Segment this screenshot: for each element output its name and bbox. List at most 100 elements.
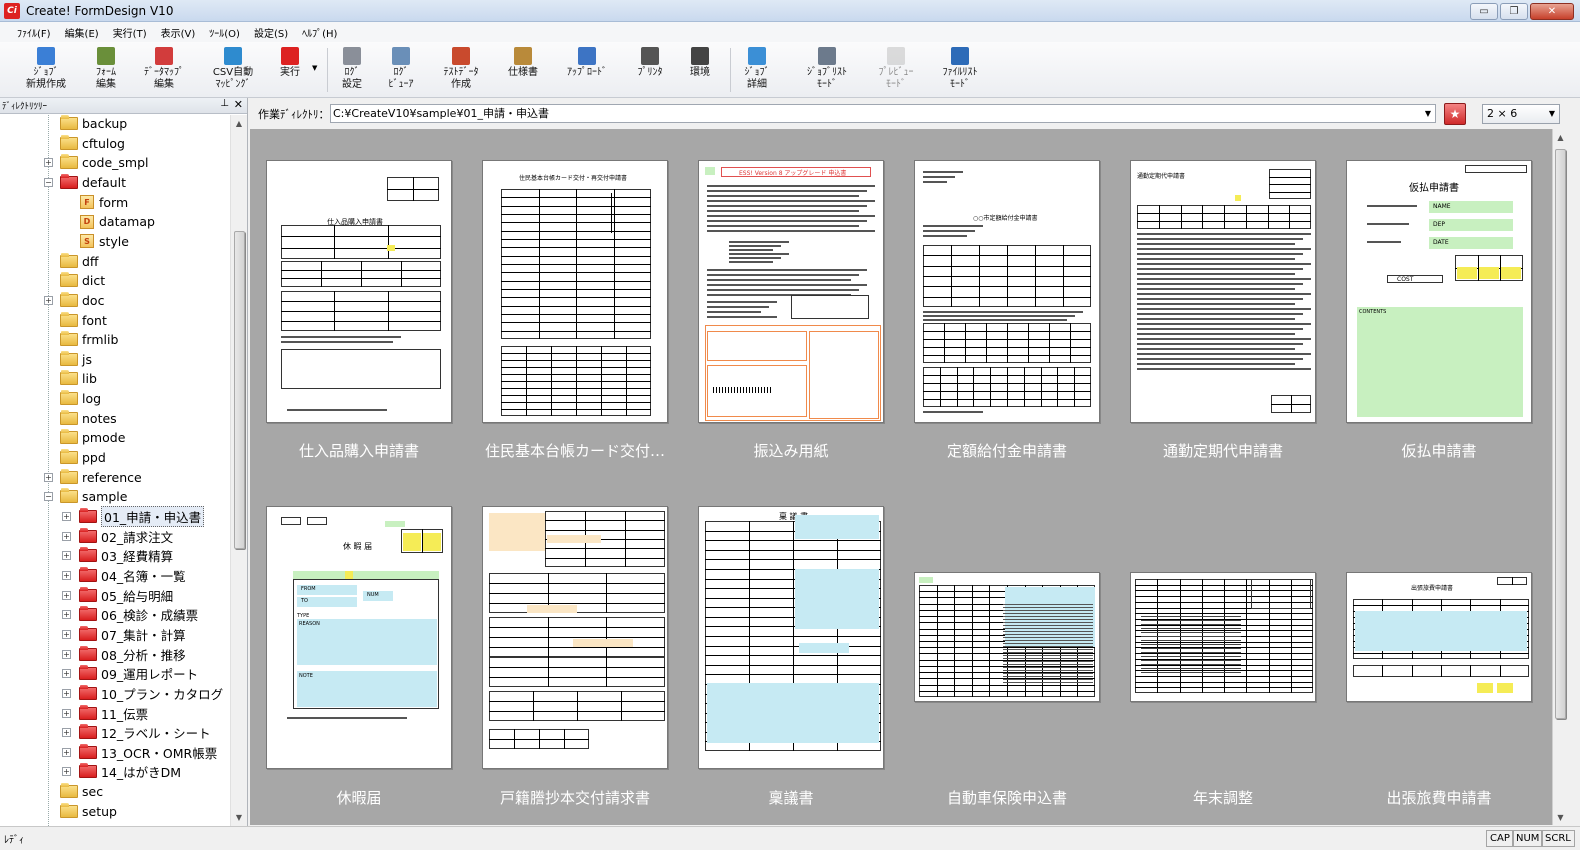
expand-icon[interactable]: +	[62, 767, 71, 777]
form-thumbnail[interactable]: 稟 議 書	[698, 506, 884, 769]
expand-icon[interactable]: +	[62, 649, 71, 659]
expand-icon[interactable]: +	[62, 531, 71, 541]
scroll-down-arrow-icon[interactable]: ▼	[1553, 809, 1568, 825]
form-card[interactable]: 自動車保険申込書	[914, 129, 1100, 825]
chevron-down-icon[interactable]: ▼	[1549, 105, 1555, 123]
layout-select[interactable]: 2 × 6 ▼	[1482, 104, 1560, 124]
tree-item[interactable]: +06_検診・成績票	[62, 605, 198, 624]
expand-icon[interactable]: +	[62, 688, 71, 698]
tree-item[interactable]: sec	[60, 782, 103, 801]
tree-item[interactable]: +02_請求注文	[62, 527, 173, 546]
form-thumbnail[interactable]	[914, 572, 1100, 702]
tree-item[interactable]: +13_OCR・OMR帳票	[62, 743, 217, 762]
scroll-up-arrow-icon[interactable]: ▲	[231, 115, 247, 132]
run-button[interactable]: 実行	[260, 45, 320, 95]
working-dir-combo[interactable]: C:¥CreateV10¥sample¥01_申請・申込書 ▼	[330, 104, 1436, 123]
form-card[interactable]: 戸籍謄抄本交付請求書	[482, 129, 668, 825]
spec-button[interactable]: 仕様書	[493, 45, 553, 95]
expand-icon[interactable]: +	[62, 669, 71, 679]
menu-view[interactable]: 表示(V)	[154, 25, 203, 40]
expand-icon[interactable]: +	[62, 610, 71, 620]
minimize-button[interactable]: ▭	[1470, 3, 1498, 20]
tree-item[interactable]: +05_給与明細	[62, 586, 173, 605]
tree-item[interactable]: backup	[60, 115, 127, 133]
upload-button[interactable]: ｱｯﾌﾟﾛｰﾄﾞ	[557, 45, 617, 95]
environment-button[interactable]: 環境	[670, 45, 730, 95]
log-viewer-button[interactable]: ﾛｸﾞ ﾋﾞｭｰｱ	[371, 45, 431, 95]
tree-item[interactable]: +03_経費精算	[62, 546, 173, 565]
tree-item[interactable]: dff	[60, 252, 99, 271]
form-card[interactable]: 出張旅費申請書 出張旅費申請書	[1346, 129, 1532, 825]
tree-item[interactable]: − sample	[44, 487, 127, 506]
restore-button[interactable]: ❐	[1500, 3, 1528, 20]
expand-icon[interactable]: +	[62, 590, 71, 600]
tree-item[interactable]: ppd	[60, 448, 106, 467]
form-thumbnail[interactable]	[1130, 572, 1316, 702]
run-dropdown-icon[interactable]: ▼	[312, 64, 317, 72]
tree-item[interactable]: +08_分析・推移	[62, 645, 186, 664]
menu-file[interactable]: ﾌｧｲﾙ(F)	[10, 25, 58, 40]
tree-item[interactable]: +01_申請・申込書	[62, 506, 205, 527]
collapse-icon[interactable]: −	[44, 492, 53, 502]
new-job-button[interactable]: ｼﾞｮﾌﾞ 新規作成	[16, 45, 76, 95]
expand-icon[interactable]: +	[62, 570, 71, 580]
tree-item[interactable]: + doc	[44, 291, 104, 310]
datamap-edit-button[interactable]: ﾃﾞｰﾀﾏｯﾌﾟ 編集	[134, 45, 194, 95]
expand-icon[interactable]: +	[44, 472, 53, 482]
form-card[interactable]: 稟 議 書稟議書	[698, 129, 884, 825]
tree-item[interactable]: font	[60, 311, 107, 330]
expand-icon[interactable]: +	[62, 747, 71, 757]
menu-run[interactable]: 実行(T)	[106, 25, 154, 40]
expand-icon[interactable]: +	[62, 629, 71, 639]
form-thumbnail[interactable]: 出張旅費申請書	[1346, 572, 1532, 702]
scroll-thumb[interactable]	[234, 231, 245, 549]
chevron-down-icon[interactable]: ▼	[1425, 105, 1431, 122]
tree-item[interactable]: +10_プラン・カタログ	[62, 684, 223, 703]
tree-item[interactable]: log	[60, 389, 101, 408]
csv-auto-map-button[interactable]: CSV自動 ﾏｯﾋﾟﾝｸﾞ	[203, 45, 263, 95]
form-thumbnail[interactable]: 休 暇 届 FROM TO NUM TYPE REASON NOTE	[266, 506, 452, 769]
tree-item[interactable]: +11_伝票	[62, 704, 148, 723]
job-detail-button[interactable]: ｼﾞｮﾌﾞ 詳細	[727, 45, 787, 95]
pane-close-icon[interactable]: ✕	[234, 98, 243, 111]
tree-item[interactable]: frmlib	[60, 330, 118, 349]
job-list-mode-button[interactable]: ｼﾞｮﾌﾞﾘｽﾄ ﾓｰﾄﾞ	[797, 45, 857, 95]
scroll-down-arrow-icon[interactable]: ▼	[231, 809, 247, 826]
close-button[interactable]: ✕	[1530, 3, 1574, 20]
tree-scrollbar[interactable]: ▲ ▼	[230, 115, 247, 826]
form-card[interactable]: 休 暇 届 FROM TO NUM TYPE REASON NOTE 休暇届	[266, 129, 452, 825]
tree-item[interactable]: setup	[60, 802, 117, 821]
tree-item[interactable]: − default	[44, 173, 126, 192]
form-card[interactable]: 年末調整	[1130, 129, 1316, 825]
scroll-up-arrow-icon[interactable]: ▲	[1553, 129, 1568, 145]
expand-icon[interactable]: +	[62, 708, 71, 718]
expand-icon[interactable]: +	[62, 551, 71, 561]
tree-item[interactable]: cftulog	[60, 134, 125, 153]
tree-item[interactable]: Fform	[80, 193, 128, 212]
tree-item[interactable]: +14_はがきDM	[62, 762, 181, 781]
tree-item[interactable]: + reference	[44, 468, 142, 487]
tree-item[interactable]: Sstyle	[80, 232, 129, 251]
menu-edit[interactable]: 編集(E)	[58, 25, 106, 40]
tree-item[interactable]: +07_集計・計算	[62, 625, 186, 644]
tree-item[interactable]: +09_運用レポート	[62, 664, 198, 683]
test-data-button[interactable]: ﾃｽﾄﾃﾞｰﾀ 作成	[431, 45, 491, 95]
expand-icon[interactable]: +	[62, 512, 71, 521]
expand-icon[interactable]: +	[44, 295, 53, 305]
tree-item[interactable]: +04_名簿・一覧	[62, 566, 186, 585]
tree-item[interactable]: notes	[60, 409, 117, 428]
tree-item[interactable]: pmode	[60, 428, 125, 447]
pin-icon[interactable]: ⊥	[220, 98, 229, 109]
tree-item[interactable]: Ddatamap	[80, 212, 155, 231]
file-list-mode-button[interactable]: ﾌｧｲﾙﾘｽﾄ ﾓｰﾄﾞ	[930, 45, 990, 95]
favorite-folder-button[interactable]: ★	[1444, 103, 1466, 125]
collapse-icon[interactable]: −	[44, 177, 53, 187]
expand-icon[interactable]: +	[62, 728, 71, 738]
tree-item[interactable]: dict	[60, 271, 105, 290]
form-thumbnail[interactable]	[482, 506, 668, 769]
tree-item[interactable]: js	[60, 350, 92, 369]
gallery-scrollbar[interactable]: ▲ ▼	[1552, 129, 1568, 825]
menu-help[interactable]: ﾍﾙﾌﾟ(H)	[295, 25, 344, 40]
tree-item[interactable]: +12_ラベル・シート	[62, 723, 211, 742]
tree-item[interactable]: + code_smpl	[44, 153, 149, 172]
